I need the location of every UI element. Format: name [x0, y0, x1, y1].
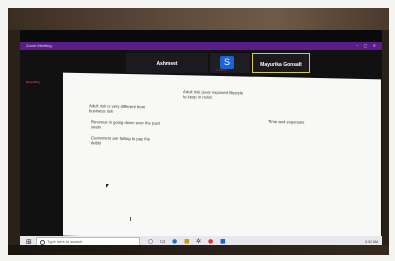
- slide-text: years: [91, 124, 102, 130]
- participant-tile-active[interactable]: Mayurika Gonsalt: [252, 53, 310, 73]
- slide-text: Time and expenses: [268, 118, 305, 125]
- photo-frame: Zoom Meeting – ▢ ✕ Ashmeet S S Kaviar Ma…: [8, 8, 389, 255]
- background-wall: [8, 8, 389, 30]
- participant-label: S Kaviar: [216, 68, 228, 72]
- window-title: Zoom Meeting: [26, 43, 52, 48]
- window-controls[interactable]: – ▢ ✕: [356, 42, 378, 50]
- shared-slide: Adult risk (over exposed lifestyle to ke…: [63, 72, 381, 243]
- slide-text: to keep in mind:: [183, 94, 213, 100]
- participant-name: Mayurika Gonsalt: [260, 62, 302, 68]
- slide-text: Revenue is going down over the past: [91, 119, 160, 126]
- slide-text: debts: [91, 140, 102, 146]
- participant-name: Ashmeet: [156, 61, 178, 67]
- desk-edge: [8, 245, 389, 255]
- text-cursor: [130, 217, 131, 221]
- participant-tile[interactable]: Ashmeet: [126, 53, 208, 73]
- window-titlebar: Zoom Meeting – ▢ ✕: [20, 42, 382, 50]
- mouse-cursor-icon: [106, 184, 109, 188]
- monitor-screen: Zoom Meeting – ▢ ✕ Ashmeet S S Kaviar Ma…: [20, 30, 382, 248]
- slide-text: business risk: [89, 108, 114, 114]
- recording-indicator: Recording: [26, 80, 40, 84]
